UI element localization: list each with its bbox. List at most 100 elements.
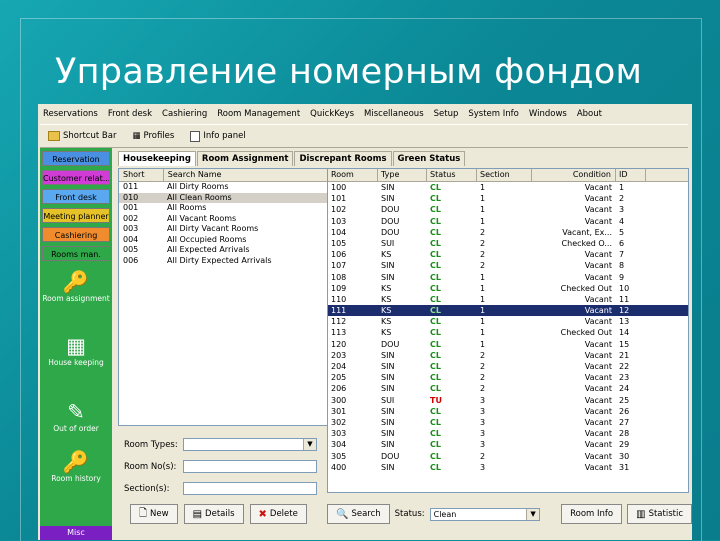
id-cell: 12 (619, 306, 630, 316)
new-icon: 🗋 (139, 507, 148, 519)
tab-0[interactable]: Housekeeping (118, 151, 196, 166)
statistics-button[interactable]: ▥ Statistic (627, 504, 692, 524)
room-row[interactable]: 110 KS CL 1 Vacant 11 (328, 294, 688, 305)
nav-button-4[interactable]: Cashiering (42, 227, 110, 242)
status-cell: CL (430, 194, 441, 204)
room-row[interactable]: 205 SIN CL 2 Vacant 23 (328, 372, 688, 383)
room-row[interactable]: 300 SUI TU 3 Vacant 25 (328, 395, 688, 406)
room-row[interactable]: 206 SIN CL 2 Vacant 24 (328, 383, 688, 394)
menu-item-9[interactable]: About (572, 109, 607, 119)
room-row[interactable]: 303 SIN CL 3 Vacant 28 (328, 428, 688, 439)
tab-2[interactable]: Discrepant Rooms (294, 151, 392, 166)
room-row[interactable]: 113 KS CL 1 Checked Out 14 (328, 327, 688, 338)
room-row[interactable]: 111 KS CL 1 Vacant 12 (328, 305, 688, 317)
search-button[interactable]: 🔍 Search (327, 504, 390, 524)
room-row[interactable]: 100 SIN CL 1 Vacant 1 (328, 182, 688, 193)
menu-item-7[interactable]: System Info (463, 109, 524, 119)
search-name-cell: All Vacant Rooms (167, 213, 237, 223)
room-row[interactable]: 109 KS CL 1 Checked Out 10 (328, 283, 688, 294)
room-row[interactable]: 203 SIN CL 2 Vacant 21 (328, 350, 688, 361)
type-cell: SIN (381, 417, 395, 427)
room-row[interactable]: 120 DOU CL 1 Vacant 15 (328, 339, 688, 350)
details-button[interactable]: ▤ Details (183, 504, 244, 524)
search-list-row[interactable]: 005 All Expected Arrivals (119, 245, 328, 256)
room-row[interactable]: 108 SIN CL 1 Vacant 9 (328, 272, 688, 283)
delete-button[interactable]: ✖ Delete (249, 504, 307, 524)
menu-item-2[interactable]: Cashiering (157, 109, 212, 119)
menu-item-5[interactable]: Miscellaneous (359, 109, 429, 119)
profiles-button[interactable]: ▦ Profiles (124, 131, 182, 141)
room-no-input[interactable] (183, 460, 317, 473)
type-cell: DOU (381, 451, 400, 461)
room-info-button[interactable]: Room Info (561, 504, 623, 524)
room-row[interactable]: 104 DOU CL 2 Vacant, Ex... 5 (328, 227, 688, 238)
column-type[interactable]: Type (378, 169, 427, 181)
nav-button-2[interactable]: Front desk (42, 189, 110, 204)
room-row[interactable]: 400 SIN CL 3 Vacant 31 (328, 462, 688, 473)
section-cell: 1 (480, 328, 486, 338)
info-panel-button[interactable]: Info panel (182, 130, 253, 142)
room-row[interactable]: 106 KS CL 2 Vacant 7 (328, 249, 688, 260)
column-short[interactable]: Short (119, 169, 164, 181)
column-search-name[interactable]: Search Name (164, 169, 328, 181)
condition-cell: Vacant, Ex... (562, 227, 612, 237)
room-row[interactable]: 105 SUI CL 2 Checked O... 6 (328, 238, 688, 249)
column-id[interactable]: ID (616, 169, 646, 181)
type-cell: KS (381, 294, 392, 304)
nav-button-0[interactable]: Reservation (42, 151, 110, 166)
room-row[interactable]: 103 DOU CL 1 Vacant 4 (328, 216, 688, 227)
tab-3[interactable]: Green Status (392, 151, 466, 166)
status-filter-select[interactable]: Clean ▼ (429, 507, 541, 521)
new-button[interactable]: 🗋 New (130, 504, 178, 524)
section-cell: 2 (480, 238, 486, 248)
room-row[interactable]: 101 SIN CL 1 Vacant 2 (328, 193, 688, 204)
column-section[interactable]: Section (477, 169, 532, 181)
search-icon: 🔍 (336, 508, 349, 520)
nav-big-button-0[interactable]: 🔑 Room assignment (40, 270, 112, 303)
column-condition[interactable]: Condition (532, 169, 616, 181)
room-row[interactable]: 102 DOU CL 1 Vacant 3 (328, 204, 688, 215)
nav-big-button-2[interactable]: ✎ Out of order (40, 400, 112, 433)
shortcut-bar-button[interactable]: Shortcut Bar (40, 131, 124, 141)
menu-item-0[interactable]: Reservations (38, 109, 103, 119)
chevron-down-icon[interactable]: ▼ (303, 439, 316, 450)
column-room[interactable]: Room (328, 169, 378, 181)
search-list-row[interactable]: 004 All Occupied Rooms (119, 235, 328, 246)
tab-1[interactable]: Room Assignment (196, 151, 294, 166)
menu-item-8[interactable]: Windows (524, 109, 572, 119)
status-cell: CL (430, 451, 441, 461)
room-filters: Room Types: ▼ Room No(s): Section(s): (118, 426, 327, 496)
sections-input[interactable] (183, 482, 317, 495)
search-list-row[interactable]: 001 All Rooms (119, 203, 328, 214)
nav-button-3[interactable]: Meeting planner (42, 208, 110, 223)
room-row[interactable]: 107 SIN CL 2 Vacant 8 (328, 260, 688, 271)
nav-big-button-3[interactable]: 🔑 Room history (40, 450, 112, 483)
menu-item-6[interactable]: Setup (429, 109, 464, 119)
room-row[interactable]: 301 SIN CL 3 Vacant 26 (328, 406, 688, 417)
room-row[interactable]: 112 KS CL 1 Vacant 13 (328, 316, 688, 327)
room-row[interactable]: 302 SIN CL 3 Vacant 27 (328, 417, 688, 428)
nav-button-1[interactable]: Customer relat... (42, 170, 110, 185)
status-cell: CL (430, 406, 441, 416)
room-row[interactable]: 204 SIN CL 2 Vacant 22 (328, 361, 688, 372)
search-list-row[interactable]: 003 All Dirty Vacant Rooms (119, 224, 328, 235)
room-row[interactable]: 305 DOU CL 2 Vacant 30 (328, 451, 688, 462)
details-label: Details (205, 509, 235, 519)
menu-item-4[interactable]: QuickKeys (305, 109, 359, 119)
room-cell: 120 (331, 339, 347, 349)
condition-cell: Vacant (584, 272, 612, 282)
room-row[interactable]: 304 SIN CL 3 Vacant 29 (328, 439, 688, 450)
menu-item-3[interactable]: Room Management (212, 109, 305, 119)
search-list-row[interactable]: 006 All Dirty Expected Arrivals (119, 256, 328, 267)
search-list-row[interactable]: 011 All Dirty Rooms (119, 182, 328, 193)
nav-button-5[interactable]: Rooms man. (42, 246, 110, 261)
menu-item-1[interactable]: Front desk (103, 109, 157, 119)
condition-cell: Vacant (584, 362, 612, 371)
nav-big-button-1[interactable]: ▦ House keeping (40, 334, 112, 367)
room-types-select[interactable]: ▼ (183, 438, 317, 451)
column-status[interactable]: Status (427, 169, 477, 181)
search-list-row[interactable]: 002 All Vacant Rooms (119, 214, 328, 225)
search-list-row[interactable]: 010 All Clean Rooms (119, 192, 328, 203)
misc-button[interactable]: Misc (40, 526, 112, 540)
chevron-down-icon[interactable]: ▼ (526, 508, 540, 520)
